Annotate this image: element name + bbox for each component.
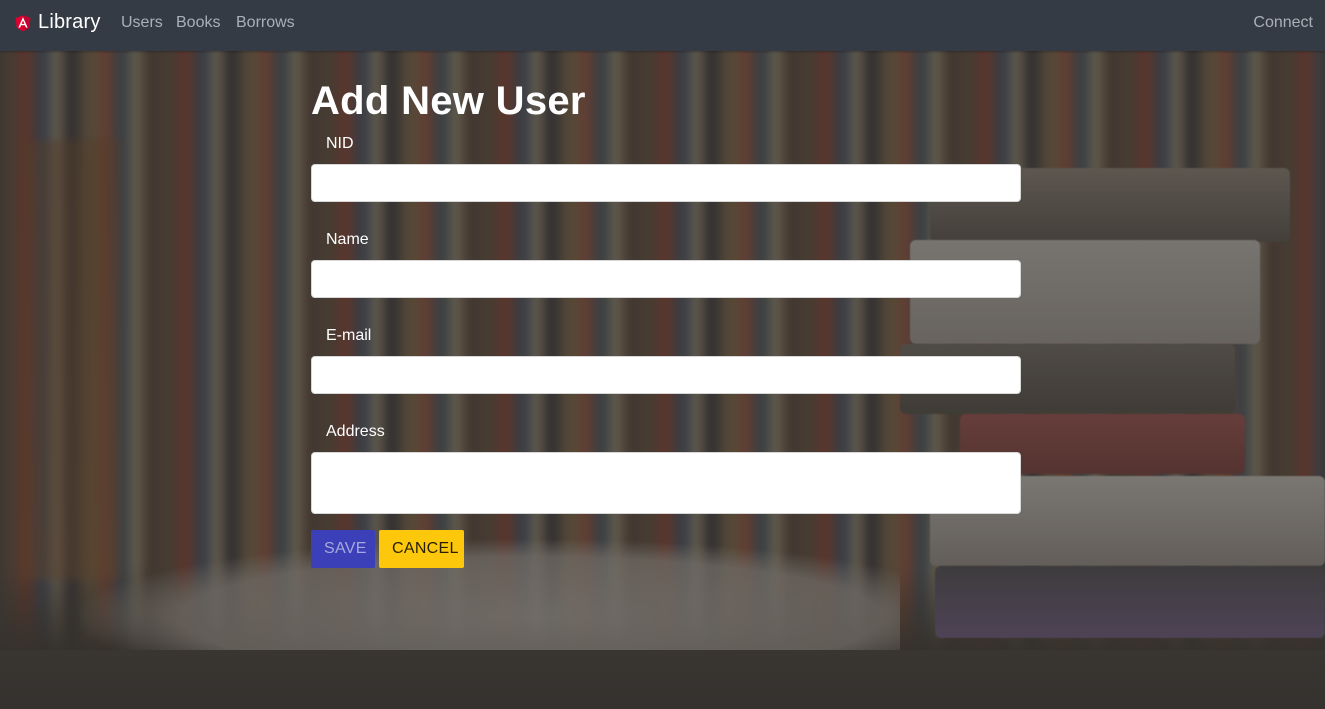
nav-link-books[interactable]: Books [176,14,220,32]
address-label: Address [326,423,385,440]
app-root: Library Users Books Borrows Connect Add … [0,0,1325,709]
brand-label: Library [38,11,101,33]
page-title: Add New User [311,79,586,123]
nav-link-users[interactable]: Users [121,14,163,32]
brand-link[interactable]: Library [13,11,101,34]
nav-link-connect[interactable]: Connect [1253,14,1313,32]
email-input[interactable] [311,356,1021,394]
email-label: E-mail [326,327,372,344]
name-input[interactable] [311,260,1021,298]
angular-logo-icon [15,14,31,31]
add-user-form: Add New User NID Name E-mail Address SAV… [311,76,1021,568]
nav-link-borrows[interactable]: Borrows [236,14,295,32]
address-textarea[interactable] [311,452,1021,514]
cancel-button[interactable]: CANCEL [379,530,464,568]
nid-input[interactable] [311,164,1021,202]
name-label: Name [326,231,369,248]
top-navbar: Library Users Books Borrows Connect [0,0,1325,51]
nid-label: NID [326,135,354,152]
save-button[interactable]: SAVE [311,530,375,568]
form-actions: SAVE CANCEL [311,530,1021,568]
